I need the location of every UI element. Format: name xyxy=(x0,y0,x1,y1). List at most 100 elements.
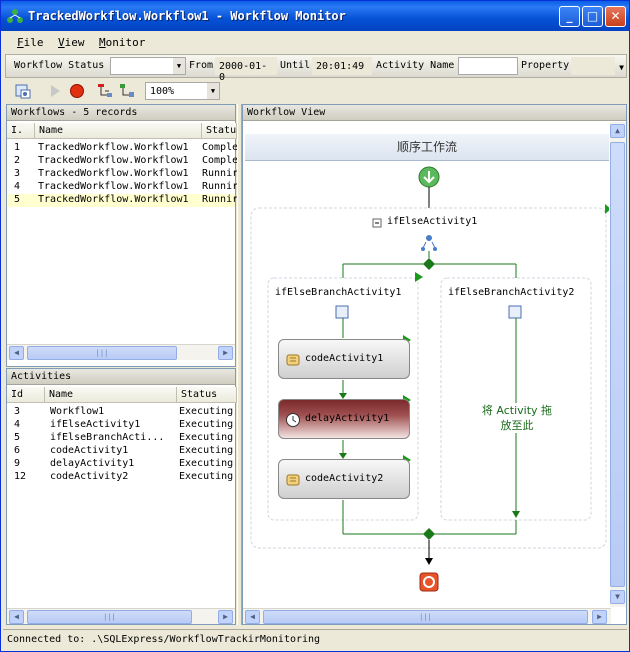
menu-monitor-accel: M xyxy=(99,36,106,49)
cell-id: 3 xyxy=(14,406,21,417)
table-row[interactable]: 3 TrackedWorkflow.Workflow1 Runnir xyxy=(7,168,237,181)
code-activity-2[interactable]: codeActivity2 xyxy=(278,459,410,499)
cell-id: 4 xyxy=(14,419,21,430)
branch2-label[interactable]: ifElseBranchActivity2 xyxy=(448,287,574,298)
col-status-header[interactable]: Status xyxy=(177,387,237,403)
table-row[interactable]: 4 TrackedWorkflow.Workflow1 Runnir xyxy=(7,181,237,194)
branch-diamond-bottom xyxy=(423,528,435,540)
table-row[interactable]: 5 ifElseBranchActi... Executing xyxy=(7,432,235,445)
minimize-button[interactable]: _ xyxy=(559,6,580,27)
scroll-thumb[interactable]: ||| xyxy=(263,610,588,624)
workflow-app-icon xyxy=(7,9,23,23)
window-title: TrackedWorkflow.Workflow1 - Workflow Mon… xyxy=(28,9,346,23)
cell-name: delayActivity1 xyxy=(50,458,135,469)
vscroll-thumb[interactable] xyxy=(610,142,625,587)
cell-status: Runnir xyxy=(202,194,237,205)
col-id-header[interactable]: Id xyxy=(7,387,45,403)
table-row[interactable]: 6 codeActivity1 Executing xyxy=(7,445,235,458)
cell-name: codeActivity1 xyxy=(50,445,129,456)
workflow-status-select[interactable]: ▼ xyxy=(110,57,186,75)
workflow-designer-canvas[interactable]: 顺序工作流 ifElseActivity1 ifElseBranchActivi… xyxy=(245,122,609,604)
drop-hint-line2: 放至此 xyxy=(500,419,534,432)
scroll-down-icon[interactable]: ▼ xyxy=(610,590,625,604)
activity-name-input[interactable] xyxy=(458,57,518,75)
scroll-left-icon[interactable]: ◀ xyxy=(9,610,24,624)
activities-header: Activities xyxy=(7,369,235,385)
cell-name: TrackedWorkflow.Workflow1 xyxy=(38,194,189,205)
zoom-select[interactable]: 100% ▼ xyxy=(145,82,220,100)
zoom-value: 100% xyxy=(150,86,175,97)
activity-name-label: Activity Name xyxy=(376,60,455,71)
cell-status: Runnir xyxy=(202,168,237,179)
end-node-icon[interactable] xyxy=(419,572,439,592)
menu-monitor[interactable]: Monitor xyxy=(99,36,145,49)
menu-view-label: iew xyxy=(64,36,85,49)
cell-id: 12 xyxy=(14,471,27,482)
col-status-header[interactable]: Status xyxy=(202,123,242,139)
table-row[interactable]: 4 ifElseActivity1 Executing xyxy=(7,419,235,432)
until-input[interactable]: 20:01:49 xyxy=(312,57,372,75)
until-label: Until xyxy=(280,60,311,71)
col-id-header[interactable]: I. xyxy=(7,123,35,139)
title-bar[interactable]: TrackedWorkflow.Workflow1 - Workflow Mon… xyxy=(1,1,629,31)
expand-tree-icon[interactable] xyxy=(119,83,135,99)
ifelse-activity-label[interactable]: ifElseActivity1 xyxy=(387,216,477,227)
drop-activity-hint[interactable]: 将 Activity 拖 放至此 xyxy=(460,403,574,433)
branch1-label[interactable]: ifElseBranchActivity1 xyxy=(275,287,401,298)
cell-status: Executing xyxy=(179,406,234,417)
from-label: From xyxy=(189,60,214,71)
menu-view[interactable]: View xyxy=(58,36,85,49)
close-button[interactable]: ✕ xyxy=(605,6,626,27)
collapse-tree-icon[interactable] xyxy=(97,83,113,99)
code-activity-1-label: codeActivity1 xyxy=(305,353,384,364)
until-value: 20:01:49 xyxy=(316,61,365,72)
scroll-thumb[interactable]: ||| xyxy=(27,610,192,624)
settings-icon[interactable] xyxy=(15,83,31,99)
cell-id: 6 xyxy=(14,445,21,456)
scroll-left-icon[interactable]: ◀ xyxy=(9,346,24,360)
property-input[interactable] xyxy=(571,57,615,75)
maximize-button[interactable]: □ xyxy=(582,6,603,27)
cell-id: 2 xyxy=(14,155,21,166)
delay-activity-1[interactable]: delayActivity1 xyxy=(278,399,410,439)
code-activity-1[interactable]: codeActivity1 xyxy=(278,339,410,379)
cell-status: Executing xyxy=(179,419,234,430)
cell-name: Workflow1 xyxy=(50,406,105,417)
table-row[interactable]: 3 Workflow1 Executing xyxy=(7,406,235,419)
activities-hscrollbar[interactable]: ◀ ||| ▶ xyxy=(7,608,235,624)
col-name-header[interactable]: Name xyxy=(45,387,177,403)
table-row-selected[interactable]: 5 TrackedWorkflow.Workflow1 Runnir xyxy=(7,194,237,207)
scroll-up-icon[interactable]: ▲ xyxy=(610,124,625,138)
workflows-hscrollbar[interactable]: ◀ ||| ▶ xyxy=(7,344,235,360)
workflow-hscrollbar[interactable]: ◀ ||| ▶ xyxy=(243,608,611,624)
workflows-panel: Workflows - 5 records I. Name Status 1 Tr… xyxy=(6,104,242,367)
scroll-right-icon[interactable]: ▶ xyxy=(592,610,607,624)
scroll-right-icon[interactable]: ▶ xyxy=(218,610,233,624)
drop-hint-line1: 将 Activity 拖 xyxy=(481,404,553,417)
col-name-header[interactable]: Name xyxy=(35,123,202,139)
from-input[interactable]: 2000-01-0 xyxy=(215,57,277,83)
cell-name: TrackedWorkflow.Workflow1 xyxy=(38,168,189,179)
scroll-right-icon[interactable]: ▶ xyxy=(218,346,233,360)
table-row[interactable]: 9 delayActivity1 Executing xyxy=(7,458,235,471)
cell-id: 1 xyxy=(14,142,21,153)
delay-activity-1-label: delayActivity1 xyxy=(305,413,390,424)
overflow-chevron-icon[interactable]: ▼ xyxy=(619,63,624,72)
main-window: TrackedWorkflow.Workflow1 - Workflow Mon… xyxy=(0,0,630,652)
table-row[interactable]: 1 TrackedWorkflow.Workflow1 Comple xyxy=(7,142,237,155)
minimize-icon: _ xyxy=(566,9,573,23)
cell-name: codeActivity2 xyxy=(50,471,129,482)
cell-name: ifElseBranchActi... xyxy=(50,432,165,443)
table-row[interactable]: 12 codeActivity2 Executing xyxy=(7,471,235,484)
play-icon[interactable] xyxy=(47,83,63,99)
workflow-vscrollbar[interactable]: ▲ ▼ xyxy=(610,122,626,607)
scroll-left-icon[interactable]: ◀ xyxy=(245,610,260,624)
workflows-header: Workflows - 5 records xyxy=(7,105,235,121)
status-bar: Connected to: .\SQLExpress/WorkflowTrack… xyxy=(3,629,627,649)
table-row[interactable]: 2 TrackedWorkflow.Workflow1 Comple xyxy=(7,155,237,168)
scroll-thumb[interactable]: ||| xyxy=(27,346,177,360)
stop-icon[interactable] xyxy=(69,83,85,99)
code-activity-2-label: codeActivity2 xyxy=(305,473,384,484)
menu-file[interactable]: File xyxy=(17,36,44,49)
cell-status: Executing xyxy=(179,445,234,456)
